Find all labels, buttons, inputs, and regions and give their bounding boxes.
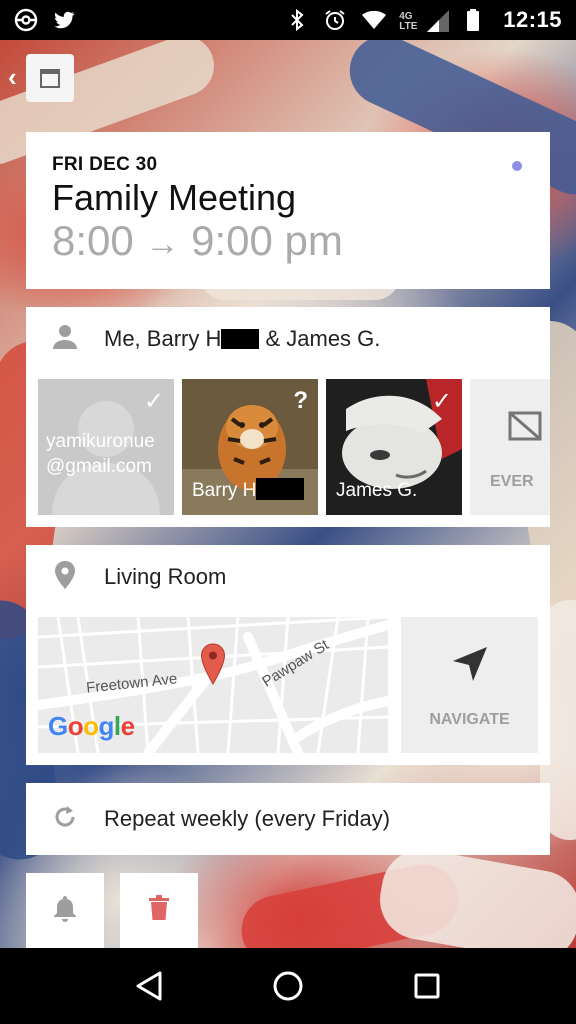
unknown-status-icon: ?: [293, 387, 308, 414]
event-title-card[interactable]: FRI DEC 30 Family Meeting 8:00 → 9:00 pm: [26, 132, 550, 289]
attendees-summary-prefix: Me, Barry H: [104, 326, 222, 351]
arrow-icon: →: [145, 225, 180, 263]
event-color-dot[interactable]: [512, 161, 522, 171]
attendee-tile-james[interactable]: ✓ James G.: [326, 379, 462, 515]
lte-signal-icon: 4G LTE: [399, 8, 451, 32]
event-time-end: 9:00 pm: [191, 217, 343, 264]
navigation-bar: [0, 948, 576, 1024]
bluetooth-icon: [285, 8, 309, 32]
google-logo: Google: [48, 711, 135, 741]
clock: 12:15: [503, 7, 562, 32]
alarm-icon: [323, 8, 347, 32]
home-icon[interactable]: [268, 966, 308, 1006]
location-name: Living Room: [104, 564, 227, 589]
location-row[interactable]: Living Room: [26, 545, 550, 609]
attendees-card: Me, Barry H & James G. ✓ yamikuronue@gma…: [26, 307, 550, 527]
map-marker-icon: [200, 643, 226, 690]
attendee-name: Barry H: [192, 478, 305, 503]
recents-icon[interactable]: [407, 966, 447, 1006]
attendee-name: yamikuronue@gmail.com: [46, 431, 155, 477]
attendees-row[interactable]: Me, Barry H & James G.: [26, 307, 550, 371]
accepted-check-icon: ✓: [143, 388, 164, 415]
map-preview[interactable]: Freetown Ave Pawpaw St Google: [38, 617, 388, 753]
event-title: Family Meeting: [52, 177, 297, 218]
repeat-text: Repeat weekly (every Friday): [104, 806, 391, 831]
attendee-name-text: Barry H: [192, 480, 257, 501]
pokemon-go-icon: [14, 8, 38, 32]
event-date: FRI DEC 30: [52, 154, 158, 175]
accepted-check-icon: ✓: [431, 388, 452, 415]
redaction-box: [256, 478, 305, 500]
status-bar: 4G LTE 12:15: [0, 0, 576, 40]
person-icon: [50, 322, 80, 357]
trash-icon: [148, 895, 170, 926]
location-card: Living Room Freetown Ave Pawpaw St Googl…: [26, 545, 550, 765]
event-time: 8:00 → 9:00 pm: [52, 218, 524, 267]
reminder-button[interactable]: [26, 873, 104, 948]
event-time-start: 8:00: [52, 217, 134, 264]
network-label: 4G LTE: [399, 11, 418, 32]
battery-icon: [465, 8, 489, 32]
back-icon[interactable]: [129, 966, 169, 1006]
attendee-tile-me[interactable]: ✓ yamikuronue@gmail.com: [38, 379, 174, 515]
wifi-icon: [361, 8, 387, 32]
calendar-app-icon[interactable]: [26, 54, 74, 102]
attendee-tile-barry[interactable]: ? Barry H: [182, 379, 318, 515]
navigate-label: NAVIGATE: [429, 711, 510, 728]
back-chevron-icon[interactable]: ‹: [8, 62, 17, 93]
attendee-tiles: ✓ yamikuronue@gmail.com ? Barry H ✓ Jame…: [38, 379, 550, 515]
everyone-label: EVER: [490, 473, 534, 490]
bell-icon: [52, 894, 78, 927]
attendees-summary-suffix: & James G.: [259, 326, 381, 351]
attendees-summary: Me, Barry H & James G.: [104, 326, 380, 352]
repeat-row: Repeat weekly (every Friday): [26, 783, 550, 855]
twitter-icon: [52, 8, 76, 32]
repeat-icon: [51, 803, 79, 836]
attendee-name: James G.: [336, 480, 418, 501]
repeat-card[interactable]: Repeat weekly (every Friday): [26, 783, 550, 855]
everyone-tile[interactable]: EVER: [470, 379, 550, 515]
navigate-button[interactable]: NAVIGATE: [401, 617, 538, 753]
location-pin-icon: [53, 560, 77, 595]
redaction-box: [221, 329, 260, 349]
email-icon: [508, 409, 542, 448]
navigation-arrow-icon: [451, 645, 489, 688]
delete-button[interactable]: [120, 873, 198, 948]
